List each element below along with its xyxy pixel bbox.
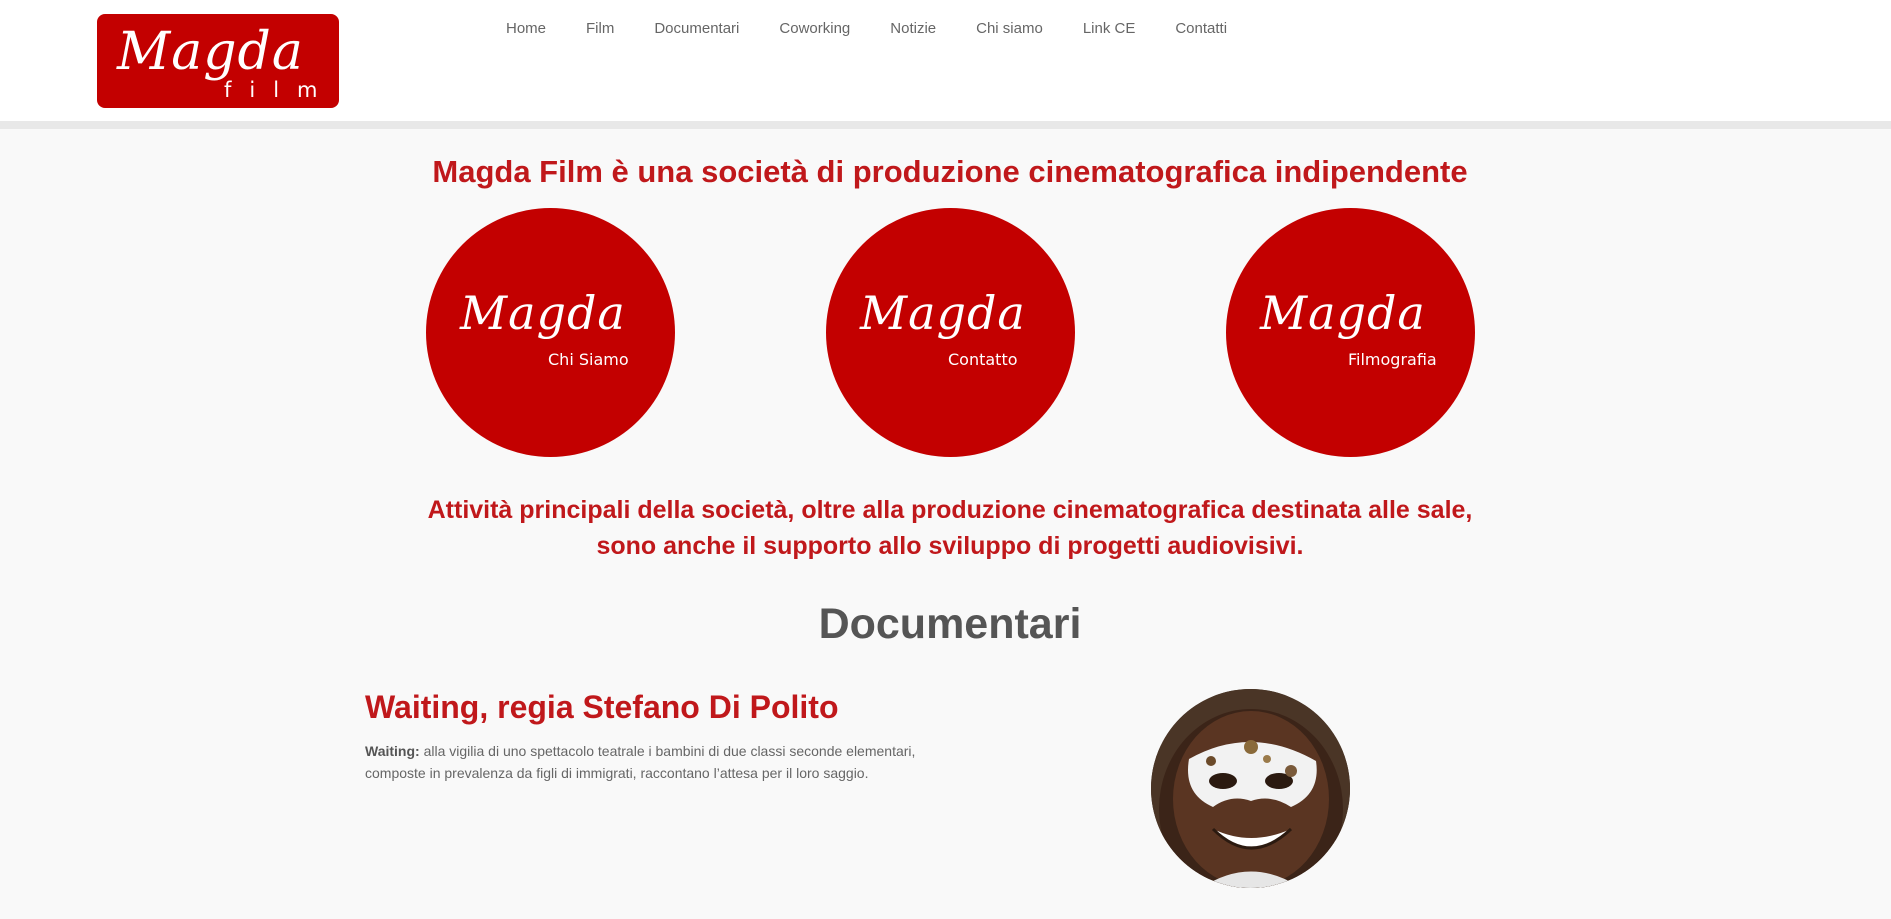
circle-wordmark: Magda: [860, 286, 1026, 340]
documentary-lead: Waiting:: [365, 743, 420, 759]
documentary-description: Waiting: alla vigilia di uno spettacolo …: [365, 740, 945, 784]
circle-link-chi-siamo[interactable]: Magda Chi Siamo: [426, 208, 675, 457]
nav-home[interactable]: Home: [486, 18, 566, 40]
nav-contatti[interactable]: Contatti: [1155, 18, 1247, 40]
site-logo[interactable]: Magda film: [97, 14, 339, 108]
nav-link-ce[interactable]: Link CE: [1063, 18, 1156, 40]
nav-film[interactable]: Film: [566, 18, 634, 40]
logo-wordmark: Magda: [117, 22, 304, 82]
activities-line-1: Attività principali della società, oltre…: [427, 496, 1473, 524]
nav-notizie[interactable]: Notizie: [870, 18, 956, 40]
documentary-text: alla vigilia di uno spettacolo teatrale …: [365, 743, 916, 781]
activities-line-2: sono anche il supporto allo sviluppo di …: [596, 532, 1304, 560]
circle-label: Contatto: [948, 350, 1018, 369]
circle-link-filmografia[interactable]: Magda Filmografia: [1226, 208, 1475, 457]
child-with-mask-image: [1151, 689, 1350, 888]
nav-documentari[interactable]: Documentari: [634, 18, 759, 40]
documentary-title[interactable]: Waiting, regia Stefano Di Polito: [365, 689, 839, 726]
logo-subtitle: film: [224, 78, 336, 102]
circle-link-contatto[interactable]: Magda Contatto: [826, 208, 1075, 457]
documentary-photo[interactable]: [1151, 689, 1350, 888]
circle-wordmark: Magda: [1260, 286, 1426, 340]
page-headline: Magda Film è una società di produzione c…: [432, 154, 1468, 189]
circle-wordmark: Magda: [460, 286, 626, 340]
nav-chi-siamo[interactable]: Chi siamo: [956, 18, 1063, 40]
circle-label: Chi Siamo: [548, 350, 629, 369]
header-divider: [0, 121, 1891, 129]
main-nav: Home Film Documentari Coworking Notizie …: [486, 18, 1247, 40]
section-title-documentari: Documentari: [818, 600, 1082, 648]
circle-label: Filmografia: [1348, 350, 1437, 369]
nav-coworking[interactable]: Coworking: [759, 18, 870, 40]
